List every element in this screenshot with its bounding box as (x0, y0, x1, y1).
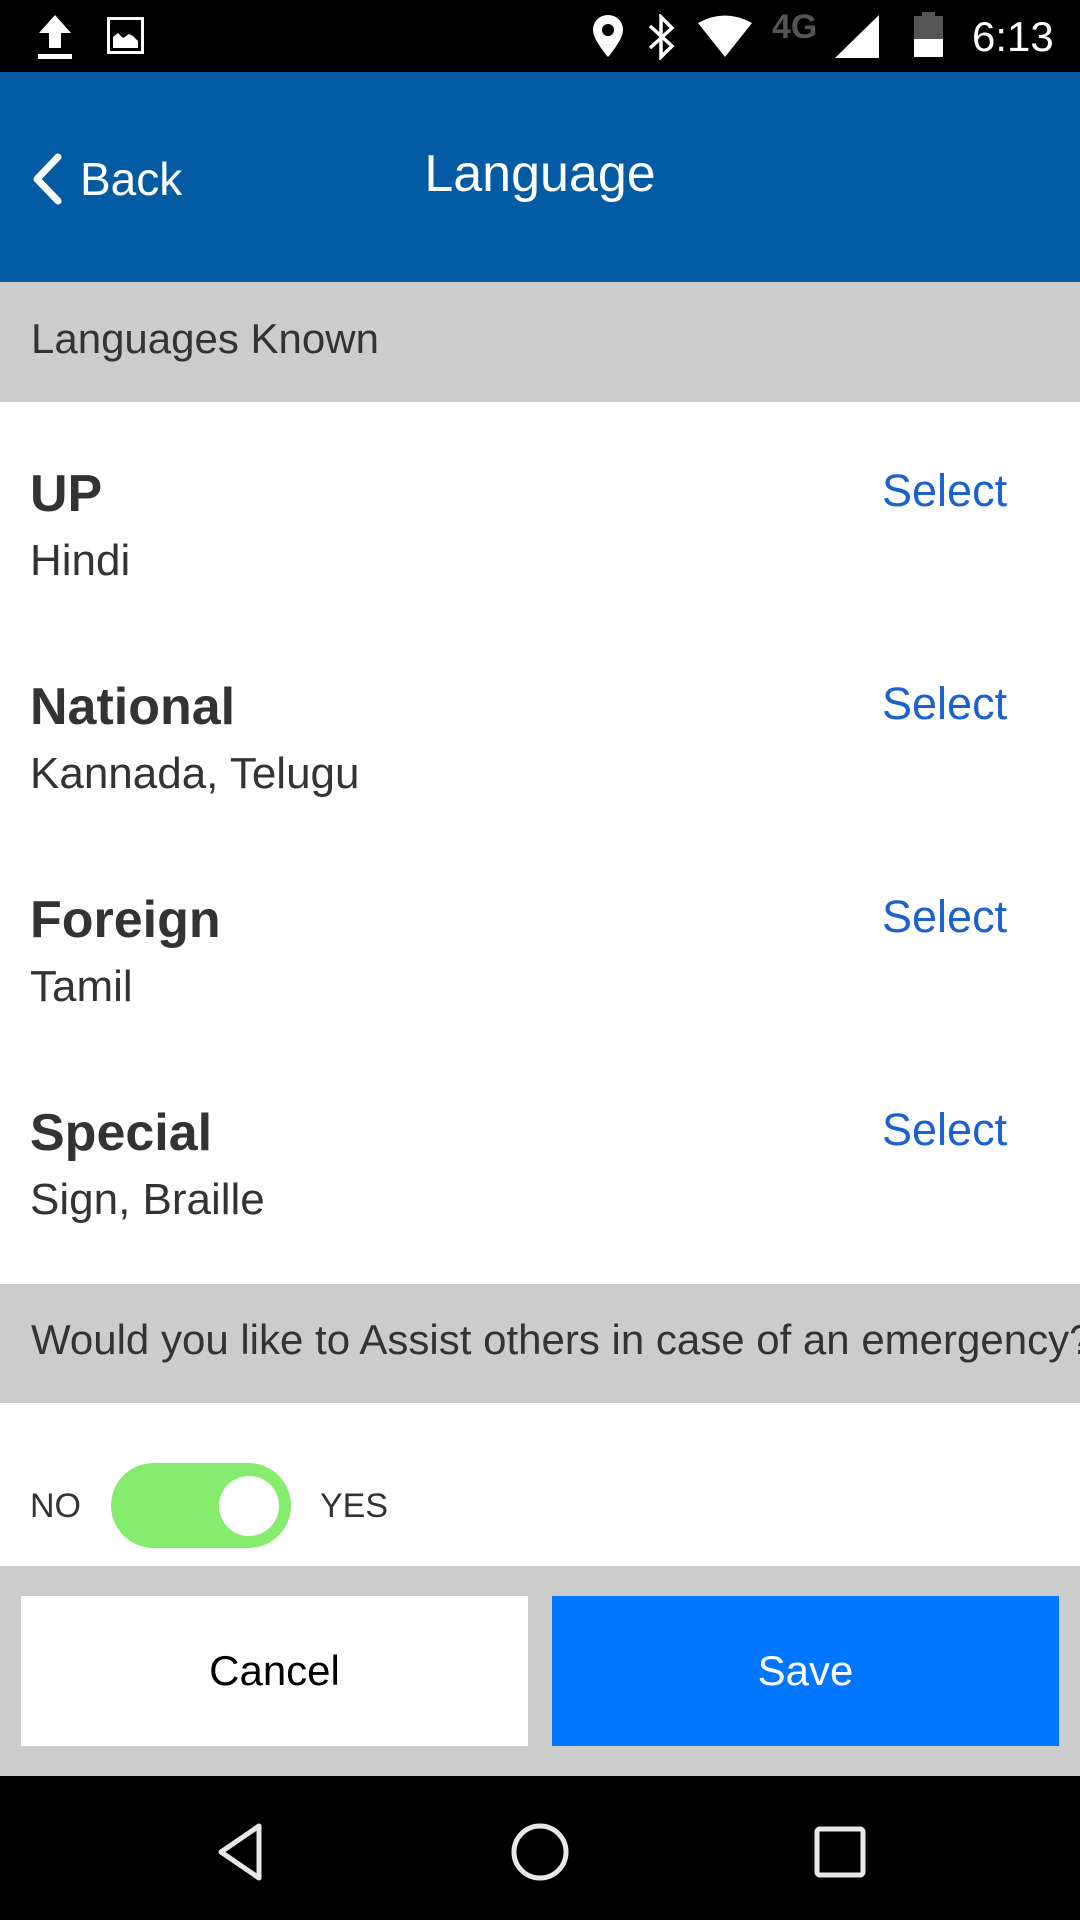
languages-section-header: Languages Known (0, 282, 1080, 402)
location-icon (593, 15, 623, 57)
select-button-special[interactable]: Select (882, 1104, 1007, 1156)
language-value: Kannada, Telugu (30, 749, 360, 798)
nav-back-icon (218, 1823, 262, 1881)
nav-back-button[interactable] (200, 1812, 280, 1892)
page-title: Language (424, 145, 656, 203)
nav-home-icon (511, 1823, 569, 1881)
app-header: Back Language (0, 72, 1080, 282)
upload-icon (38, 15, 72, 59)
status-bar: 4G 6:13 (0, 0, 1080, 72)
language-category: Foreign (30, 891, 221, 949)
language-category: Special (30, 1104, 213, 1162)
assist-question: Would you like to Assist others in case … (31, 1316, 1080, 1363)
language-value: Hindi (30, 536, 131, 585)
language-list: UP Hindi Select National Kannada, Telugu… (0, 402, 1080, 1254)
language-value: Tamil (30, 962, 133, 1011)
assist-toggle[interactable] (111, 1463, 291, 1548)
status-time: 6:13 (972, 13, 1054, 60)
action-bar: Cancel Save (0, 1566, 1080, 1776)
wifi-icon (698, 15, 752, 57)
language-row-special: Special Sign, Braille Select (0, 1041, 1080, 1254)
navigation-bar (0, 1776, 1080, 1920)
assist-toggle-row: NO YES (0, 1403, 1080, 1566)
assist-section-header: Would you like to Assist others in case … (0, 1284, 1080, 1403)
signal-icon (835, 15, 879, 58)
languages-section-title: Languages Known (31, 315, 379, 362)
image-icon (107, 17, 144, 54)
cancel-button[interactable]: Cancel (21, 1596, 528, 1746)
nav-recents-button[interactable] (800, 1812, 880, 1892)
save-button[interactable]: Save (552, 1596, 1059, 1746)
select-button-foreign[interactable]: Select (882, 891, 1007, 943)
select-button-national[interactable]: Select (882, 678, 1007, 730)
bluetooth-icon (648, 14, 675, 60)
network-type-label: 4G (772, 8, 818, 46)
toggle-no-label: NO (30, 1487, 81, 1525)
nav-recents-icon (814, 1826, 866, 1878)
nav-home-button[interactable] (500, 1812, 580, 1892)
language-row-national: National Kannada, Telugu Select (0, 615, 1080, 828)
language-row-up: UP Hindi Select (0, 402, 1080, 615)
select-button-up[interactable]: Select (882, 465, 1007, 517)
language-row-foreign: Foreign Tamil Select (0, 828, 1080, 1041)
toggle-yes-label: YES (320, 1487, 389, 1525)
language-category: National (30, 678, 236, 736)
toggle-knob (219, 1476, 279, 1536)
battery-icon (914, 12, 943, 57)
language-category: UP (30, 465, 103, 523)
language-value: Sign, Braille (30, 1175, 265, 1224)
